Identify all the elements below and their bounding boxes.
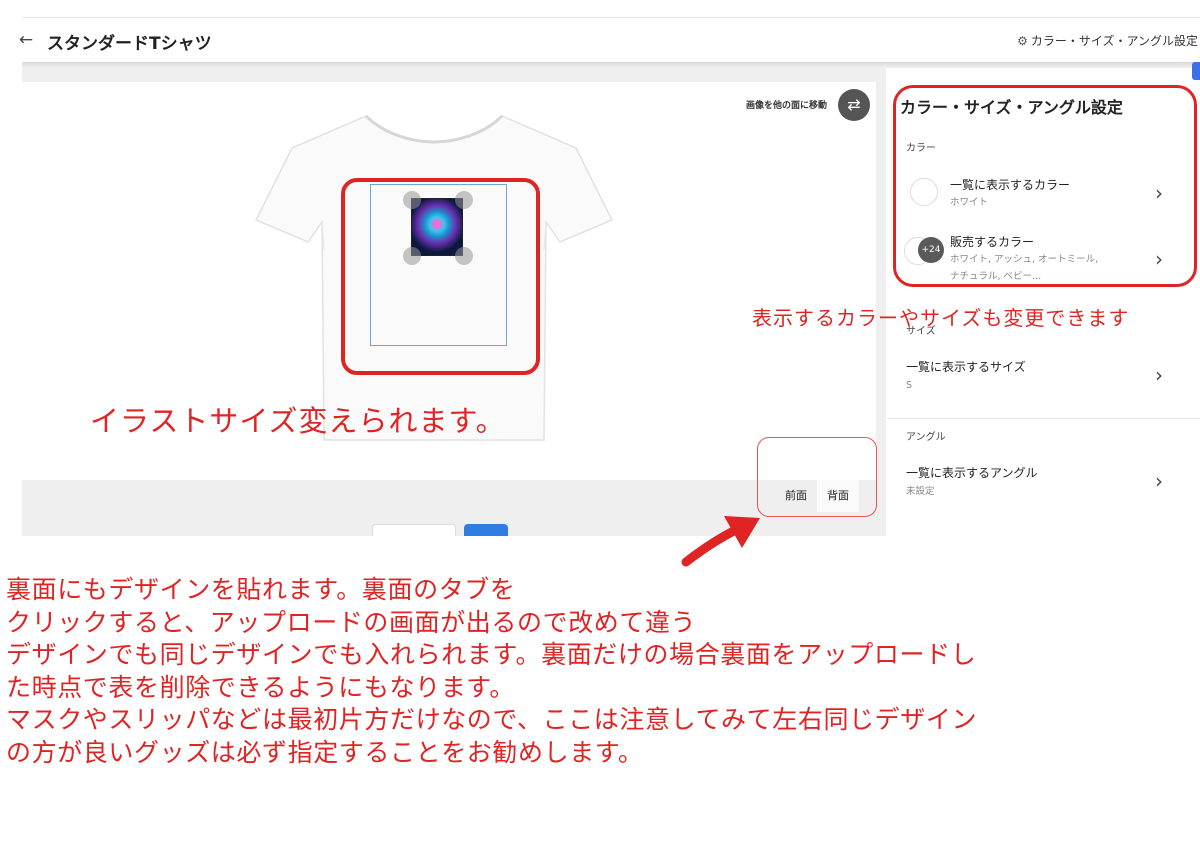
settings-link-label: カラー・サイズ・アングル設定 — [1030, 34, 1198, 48]
primary-action-button[interactable] — [464, 524, 508, 536]
annotation-color-size: 表示するカラーやサイズも変更できます — [752, 306, 1130, 330]
annotation-note-line: た時点で表を削除できるようにもなります。 — [6, 672, 516, 702]
chevron-right-icon: › — [1155, 363, 1163, 387]
annotation-box-design — [341, 178, 540, 375]
list-angle-title: 一覧に表示するアングル — [906, 466, 1038, 480]
arrow-left-icon[interactable]: ← — [16, 30, 36, 50]
list-size-value: S — [906, 380, 913, 391]
annotation-box-settings — [893, 85, 1197, 287]
annotation-illust-size: イラストサイズ変えられます。 — [90, 404, 506, 438]
editor-header: ← スタンダードTシャツ ⚙ カラー・サイズ・アングル設定 — [0, 18, 1200, 62]
annotation-note-line: デザインでも同じデザインでも入れられます。裏面だけの場合裏面をアップロードし — [6, 640, 977, 669]
annotation-note-line: マスクやスリッパなどは最初片方だけなので、ここは注意してみて左右同じデザイン — [6, 705, 978, 734]
gear-icon: ⚙ — [1017, 33, 1028, 48]
chevron-right-icon: › — [1155, 469, 1163, 493]
color-size-angle-settings-link[interactable]: ⚙ カラー・サイズ・アングル設定 — [1017, 32, 1198, 49]
list-size-title: 一覧に表示するサイズ — [906, 360, 1026, 374]
annotation-note-line: の方が良いグッズは必ず指定することをお勧めします。 — [6, 737, 644, 767]
annotation-arrow-icon — [681, 516, 760, 567]
page-title: スタンダードTシャツ — [47, 34, 212, 54]
annotation-note: 裏面にもデザインを貼れます。裏面のタブを クリックすると、アップロードの画面が出… — [6, 574, 1200, 769]
edge-widget-icon[interactable] — [1192, 62, 1200, 80]
angle-section-label: アングル — [906, 432, 946, 443]
swap-arrows-icon[interactable]: ⇄ — [838, 89, 870, 121]
move-image-label: 画像を他の面に移動 — [746, 101, 828, 111]
section-divider — [887, 418, 1200, 419]
list-angle-value: 未設定 — [906, 486, 935, 497]
secondary-action-button[interactable] — [372, 524, 456, 536]
page: ← スタンダードTシャツ ⚙ カラー・サイズ・アングル設定 画像を他の面に移動 … — [0, 0, 1200, 851]
annotation-note-line: クリックすると、アップロードの画面が出るので改めて違う — [6, 607, 697, 637]
annotation-note-line: 裏面にもデザインを貼れます。裏面のタブを — [6, 575, 516, 604]
annotation-box-tabs — [757, 437, 877, 517]
